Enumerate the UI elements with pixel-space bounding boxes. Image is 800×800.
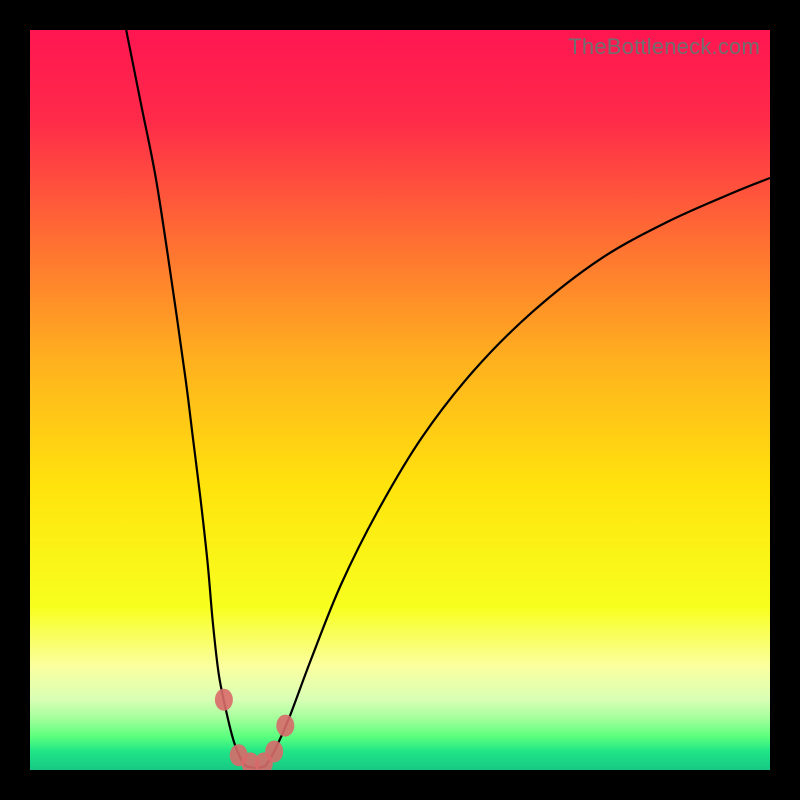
curve-markers bbox=[215, 689, 294, 770]
curve-marker bbox=[265, 741, 283, 763]
curve-marker bbox=[276, 715, 294, 737]
plot-area: TheBottleneck.com bbox=[30, 30, 770, 770]
curve-left-branch bbox=[126, 30, 246, 766]
chart-frame: TheBottleneck.com bbox=[0, 0, 800, 800]
bottleneck-curve bbox=[30, 30, 770, 770]
curve-right-branch bbox=[265, 178, 770, 766]
curve-marker bbox=[215, 689, 233, 711]
watermark-label: TheBottleneck.com bbox=[568, 34, 760, 60]
